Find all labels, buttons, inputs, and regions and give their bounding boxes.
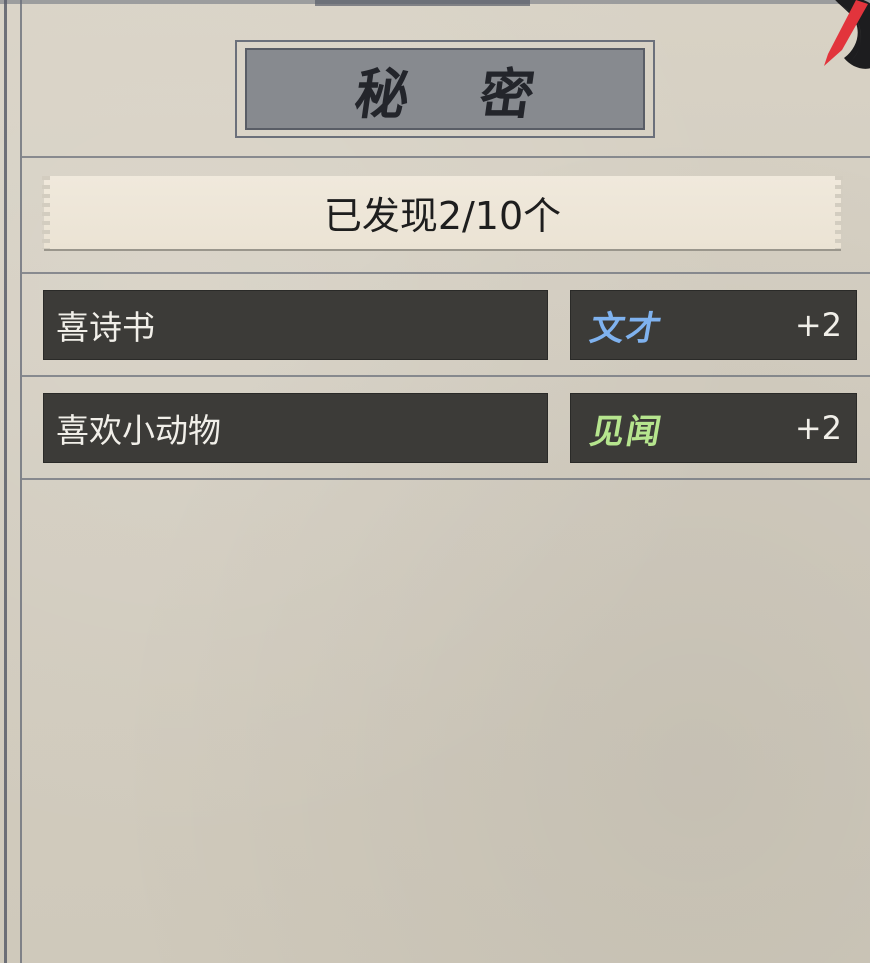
left-frame-line [4, 0, 7, 963]
title-box: 秘 密 [245, 48, 645, 130]
top-frame-ink [315, 0, 530, 6]
divider-line [22, 272, 870, 274]
title-plaque: 秘 密 [235, 40, 655, 138]
attribute-label: 见闻 [586, 411, 666, 452]
secret-attribute-row: 见闻 +2 [570, 393, 857, 463]
attribute-bonus: +2 [794, 306, 842, 344]
secret-name: 喜诗书 [56, 308, 155, 347]
divider-line [22, 478, 870, 480]
attribute-bonus: +2 [794, 409, 842, 447]
divider-line [22, 156, 870, 158]
secret-name: 喜欢小动物 [56, 411, 221, 450]
secret-name-row: 喜欢小动物 [43, 393, 548, 463]
divider-line [22, 375, 870, 377]
close-icon[interactable] [802, 0, 870, 74]
discovered-banner: 已发现2/10个 [42, 176, 843, 249]
secret-attribute-row: 文才 +2 [570, 290, 857, 360]
attribute-label: 文才 [586, 308, 666, 349]
secret-name-row: 喜诗书 [43, 290, 548, 360]
page-title: 秘 密 [350, 61, 565, 126]
panel-background [0, 0, 870, 963]
discovered-count: 已发现2/10个 [323, 194, 562, 238]
left-frame-inner-line [20, 0, 22, 963]
